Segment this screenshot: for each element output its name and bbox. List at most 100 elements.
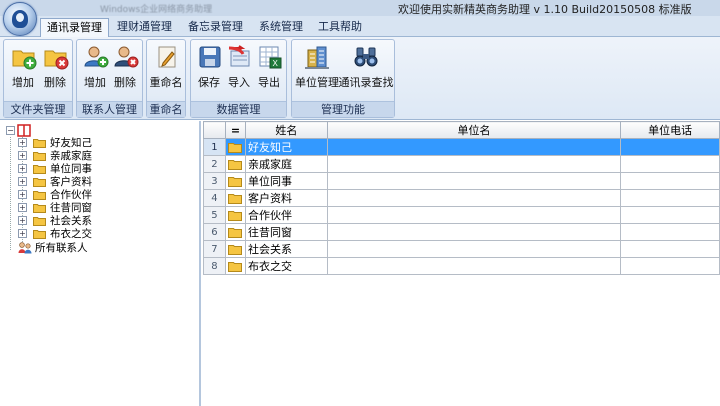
column-header-name[interactable]: 姓名 [244, 121, 328, 139]
column-header-selector[interactable]: = [224, 121, 246, 139]
contact-search-label: 通讯录查找 [338, 76, 394, 89]
tree-expander[interactable]: + [18, 216, 27, 225]
tree-expander[interactable]: + [18, 164, 27, 173]
tree-node-label: 社会关系 [50, 215, 92, 227]
menu-tabs: 通讯录管理 理财通管理 备忘录管理 系统管理 工具帮助 [0, 16, 720, 37]
tree-expander[interactable]: + [18, 138, 27, 147]
delete-contact-label: 删除 [114, 76, 136, 89]
add-folder-button[interactable]: 增加 [7, 42, 39, 100]
group-rename: 重命名 重命名 [146, 39, 186, 118]
rename-button[interactable]: 重命名 [150, 42, 183, 100]
folder-tree: − + 好友知己 + 亲戚家庭 + 单位同事 + 客户资料 + 合作伙伴 + 往… [0, 121, 201, 406]
folder-icon [33, 178, 46, 187]
cell-org[interactable] [326, 206, 622, 224]
cell-name[interactable]: 好友知己 [244, 138, 328, 156]
tab-memo[interactable]: 备忘录管理 [182, 18, 249, 37]
cell-org[interactable] [326, 189, 622, 207]
cell-org[interactable] [326, 172, 622, 190]
tree-node-folder[interactable]: + 亲戚家庭 [0, 150, 200, 162]
row-folder-cell [224, 257, 246, 275]
tab-system[interactable]: 系统管理 [253, 18, 309, 37]
cell-phone[interactable] [620, 172, 720, 190]
cell-phone[interactable] [620, 240, 720, 258]
tree-node-all-contacts[interactable]: 所有联系人 [0, 241, 200, 254]
tree-expander[interactable]: + [18, 190, 27, 199]
table-row[interactable]: 1 好友知己 [203, 138, 720, 156]
group-contact-management: 增加 删除 联系人管理 [76, 39, 143, 118]
folder-add-icon [12, 50, 37, 70]
group-label-data: 数据管理 [191, 101, 286, 117]
delete-contact-button[interactable]: 删除 [109, 42, 141, 100]
import-button[interactable]: 导入 [223, 42, 255, 100]
row-folder-cell [224, 206, 246, 224]
group-data-management: 保存 导入 X 导出 数据管理 [190, 39, 287, 118]
tree-expander[interactable]: + [18, 229, 27, 238]
export-excel-icon: X [259, 46, 282, 69]
column-header-org[interactable]: 单位名 [326, 121, 622, 139]
cell-phone[interactable] [620, 155, 720, 173]
svg-text:X: X [273, 59, 279, 68]
table-row[interactable]: 7 社会关系 [203, 240, 720, 258]
cell-org[interactable] [326, 257, 622, 275]
cell-org[interactable] [326, 155, 622, 173]
tab-contacts[interactable]: 通讯录管理 [40, 18, 109, 37]
folder-icon [228, 211, 243, 221]
folder-icon [33, 204, 46, 213]
row-number: 5 [203, 206, 226, 224]
cell-name[interactable]: 合作伙伴 [244, 206, 328, 224]
row-number: 6 [203, 223, 226, 241]
title-bar: Windows企业网络商务助理 欢迎使用实新精英商务助理 v 1.10 Buil… [0, 0, 720, 16]
tree-node-folder[interactable]: + 布衣之交 [0, 228, 200, 240]
cell-phone[interactable] [620, 206, 720, 224]
table-row[interactable]: 8 布衣之交 [203, 257, 720, 275]
table-row[interactable]: 5 合作伙伴 [203, 206, 720, 224]
tree-node-folder[interactable]: + 社会关系 [0, 215, 200, 227]
tree-node-label: 所有联系人 [35, 242, 88, 254]
table-row[interactable]: 6 往昔同窗 [203, 223, 720, 241]
row-number: 2 [203, 155, 226, 173]
tree-node-label: 客户资料 [50, 176, 92, 188]
cell-phone[interactable] [620, 138, 720, 156]
cell-org[interactable] [326, 138, 622, 156]
tree-node-folder[interactable]: + 往昔同窗 [0, 202, 200, 214]
delete-folder-button[interactable]: 删除 [39, 42, 71, 100]
cell-name[interactable]: 客户资料 [244, 189, 328, 207]
user-add-icon [84, 46, 109, 68]
cell-name[interactable]: 往昔同窗 [244, 223, 328, 241]
cell-org[interactable] [326, 240, 622, 258]
tree-root-expander[interactable]: − [6, 126, 15, 135]
tab-finance[interactable]: 理财通管理 [111, 18, 178, 37]
unit-management-button[interactable]: 单位管理 [294, 42, 340, 100]
save-button[interactable]: 保存 [193, 42, 225, 100]
table-row[interactable]: 3 单位同事 [203, 172, 720, 190]
row-number: 4 [203, 189, 226, 207]
tree-expander[interactable]: + [18, 177, 27, 186]
contacts-group-icon [18, 242, 32, 254]
column-header-phone[interactable]: 单位电话 [620, 121, 720, 139]
cell-name[interactable]: 社会关系 [244, 240, 328, 258]
cell-name[interactable]: 布衣之交 [244, 257, 328, 275]
tree-node-folder[interactable]: + 单位同事 [0, 163, 200, 175]
tree-expander[interactable]: + [18, 151, 27, 160]
table-row[interactable]: 4 客户资料 [203, 189, 720, 207]
tree-node-folder[interactable]: + 好友知己 [0, 137, 200, 149]
tab-tools-help[interactable]: 工具帮助 [312, 18, 368, 37]
tree-node-folder[interactable]: + 合作伙伴 [0, 189, 200, 201]
table-row[interactable]: 2 亲戚家庭 [203, 155, 720, 173]
address-book-icon [17, 124, 31, 137]
row-folder-cell [224, 138, 246, 156]
cell-phone[interactable] [620, 257, 720, 275]
tree-node-label: 布衣之交 [50, 228, 92, 240]
tree-expander[interactable]: + [18, 203, 27, 212]
contact-search-button[interactable]: 通讯录查找 [338, 42, 394, 100]
cell-name[interactable]: 亲戚家庭 [244, 155, 328, 173]
cell-org[interactable] [326, 223, 622, 241]
cell-phone[interactable] [620, 223, 720, 241]
add-contact-button[interactable]: 增加 [79, 42, 111, 100]
row-number: 1 [203, 138, 226, 156]
cell-name[interactable]: 单位同事 [244, 172, 328, 190]
tree-node-folder[interactable]: + 客户资料 [0, 176, 200, 188]
cell-phone[interactable] [620, 189, 720, 207]
app-menu-orb[interactable] [3, 2, 37, 36]
export-button[interactable]: X 导出 [253, 42, 285, 100]
